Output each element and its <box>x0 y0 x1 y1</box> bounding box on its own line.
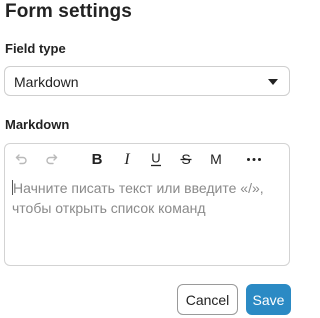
undo-icon[interactable] <box>12 150 30 168</box>
more-options-icon[interactable] <box>245 150 263 168</box>
redo-icon[interactable] <box>43 150 61 168</box>
editor-placeholder-text: Начните писать текст или введите «/», чт… <box>12 180 264 216</box>
page-title: Form settings <box>5 1 132 22</box>
monospace-glyph: M <box>210 151 222 167</box>
markdown-editor[interactable]: B I U S M Начните писать текст или введи… <box>4 143 290 266</box>
bold-glyph: B <box>92 151 103 167</box>
save-button[interactable]: Save <box>246 284 291 315</box>
underline-icon[interactable]: U <box>147 150 165 168</box>
markdown-label: Markdown <box>5 117 70 132</box>
editor-placeholder: Начните писать текст или введите «/», чт… <box>12 178 282 218</box>
strikethrough-icon[interactable]: S <box>177 150 195 168</box>
field-type-label: Field type <box>5 41 66 56</box>
monospace-icon[interactable]: M <box>207 150 225 168</box>
bold-icon[interactable]: B <box>88 150 106 168</box>
underline-glyph: U <box>151 151 160 166</box>
cancel-button[interactable]: Cancel <box>177 284 238 315</box>
form-settings-panel: Form settings Field type Markdown Markdo… <box>0 0 295 318</box>
field-type-value: Markdown <box>14 74 79 90</box>
italic-icon[interactable]: I <box>118 150 136 168</box>
caret-down-icon <box>268 79 278 85</box>
editor-toolbar: B I U S M <box>5 144 289 174</box>
italic-glyph: I <box>123 151 130 167</box>
field-type-select[interactable]: Markdown <box>4 66 290 96</box>
